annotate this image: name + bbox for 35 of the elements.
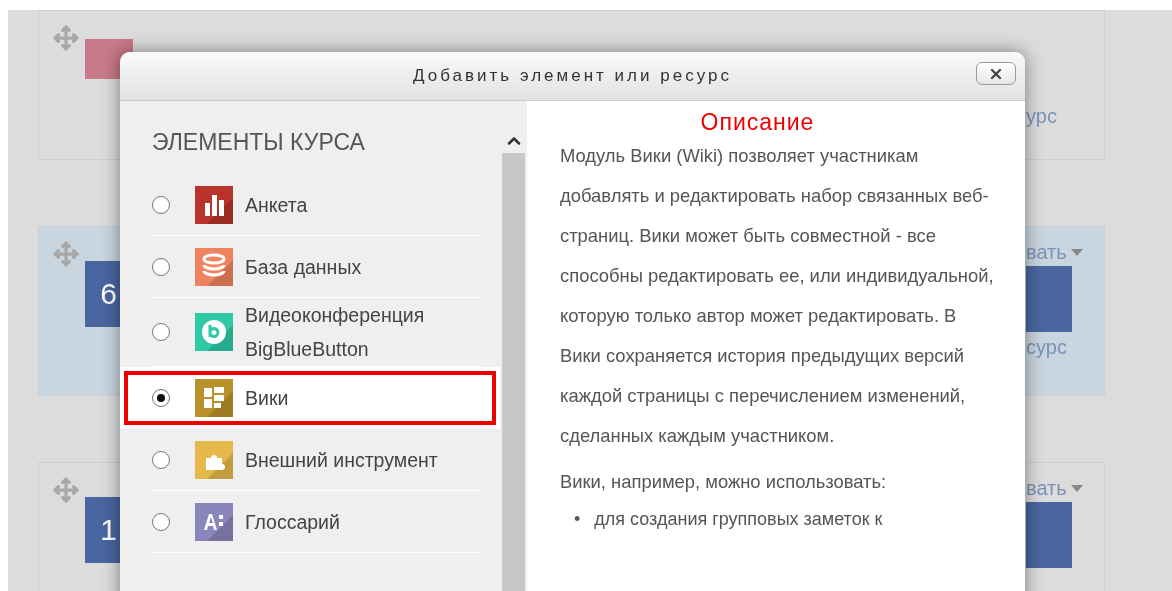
radio-button[interactable]	[152, 512, 170, 531]
blocks-icon	[195, 378, 233, 417]
bullet-marker: •	[574, 508, 581, 530]
module-label: Вики	[245, 385, 290, 411]
bullet-text: для создания групповых заметок к	[594, 508, 883, 530]
letter-a-icon	[195, 502, 233, 541]
module-label: Анкета	[245, 192, 309, 218]
module-option[interactable]: Глоссарий	[152, 491, 480, 553]
scrollbar[interactable]	[500, 101, 527, 591]
radio-button[interactable]	[152, 450, 170, 469]
module-option[interactable]: База данных	[152, 236, 480, 298]
database-icon	[195, 247, 233, 286]
module-label: Видеоконференция BigBlueButton	[245, 303, 426, 362]
puzzle-icon	[195, 440, 233, 479]
caret-icon	[1070, 485, 1083, 492]
caret-icon	[1070, 249, 1083, 256]
bar-chart-icon	[195, 185, 233, 224]
module-label: Внешний инструмент	[245, 447, 439, 473]
description-text: Вики, например, можно использовать:	[560, 470, 888, 494]
description-heading: Описание	[700, 109, 815, 136]
radio-button[interactable]	[152, 388, 170, 407]
radio-button[interactable]	[152, 257, 170, 276]
module-option[interactable]: Внешний инструмент	[152, 429, 480, 491]
module-label: База данных	[245, 254, 363, 280]
section-image	[1026, 266, 1072, 332]
radio-button[interactable]	[152, 323, 170, 341]
module-label: Глоссарий	[245, 509, 341, 535]
radio-button[interactable]	[152, 195, 170, 214]
module-option[interactable]: Вики	[120, 367, 500, 429]
close-button[interactable]	[976, 62, 1016, 85]
list-heading: ЭЛЕМЕНТЫ КУРСА	[152, 129, 366, 156]
section-image	[1026, 502, 1072, 568]
dialog-title: Добавить элемент или ресурс	[413, 66, 732, 86]
module-option[interactable]: Анкета	[152, 174, 480, 236]
description-text: Модуль Вики (Wiki) позволяет участникам добавлять и редактировать набор связанных веб-страниц. Вики может быть совместной - все способны редактировать ее, или индивидуальной, которую только автор может редактировать. В Вики сохраняется история предыдущих версий каждой страницы с перечислением изменений, сделанных каждым участником.	[560, 144, 995, 448]
